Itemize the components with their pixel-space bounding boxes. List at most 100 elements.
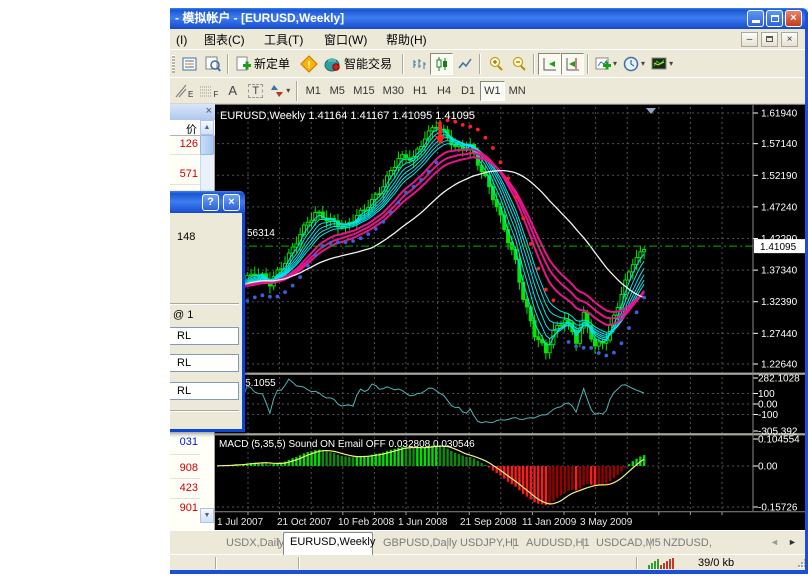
auto-scroll-button[interactable] [538, 53, 561, 75]
child-restore-button[interactable] [761, 32, 778, 47]
chart-header-label: EURUSD,Weekly 1.41164 1.41167 1.41095 1.… [220, 110, 475, 122]
text-tool-icon: A [228, 83, 237, 98]
svg-text:0.00: 0.00 [758, 462, 778, 473]
column-header-partial: 价 [186, 121, 197, 137]
tab-separator [650, 538, 651, 549]
scroll-down-button[interactable]: ▼ [200, 508, 214, 523]
child-minimize-button[interactable]: – [741, 32, 758, 47]
order-dialog[interactable]: ? × 148 @ 1 RL RL RL [170, 191, 245, 432]
timeframe-d1[interactable]: D1 [456, 81, 480, 101]
close-icon: × [790, 12, 796, 24]
scrollbar-thumb[interactable] [200, 135, 214, 155]
svg-text:0.00: 0.00 [758, 400, 778, 411]
periods-icon [623, 56, 639, 72]
chart-note: 56314 [247, 228, 275, 239]
market-watch-caption: × [170, 104, 215, 120]
tab-audusd-h1[interactable]: AUDUSD,H1 [520, 534, 596, 554]
price-scale: 1.619401.571401.521901.472401.422901.373… [754, 109, 808, 514]
label-tool-button[interactable]: T [244, 80, 267, 102]
quote-value: 126 [170, 138, 198, 150]
minimize-button[interactable] [747, 10, 764, 27]
sell-arrow-icon [438, 123, 442, 136]
chart-shift-button[interactable] [561, 53, 584, 75]
text-tool-button[interactable]: A [221, 80, 244, 102]
toolbar-separator [533, 54, 535, 74]
dropdown-arrow-icon: ▾ [613, 59, 617, 68]
tab-usdcad-m5[interactable]: USDCAD,M5 [590, 534, 667, 554]
dialog-close-button[interactable]: × [223, 194, 240, 211]
svg-text:0.104554: 0.104554 [758, 435, 800, 446]
svg-text:1.37340: 1.37340 [761, 266, 798, 277]
tab-usdx-daily[interactable]: USDX,Daily [220, 534, 290, 554]
auto-scroll-icon [542, 56, 558, 72]
timeframe-mn[interactable]: MN [505, 81, 530, 101]
menu-window[interactable]: 窗口(W) [320, 32, 371, 48]
tab-nzdusd[interactable]: NZDUSD, [657, 534, 718, 554]
line-chart-button[interactable] [453, 53, 476, 75]
timeframe-m15[interactable]: M15 [349, 81, 378, 101]
maximize-button[interactable] [766, 10, 783, 27]
row-divider [170, 184, 200, 185]
child-close-button[interactable]: × [781, 32, 798, 47]
dialog-titlebar[interactable]: ? × [170, 191, 245, 213]
dialog-divider [170, 410, 239, 412]
toolbar-grip[interactable] [172, 55, 175, 73]
data-window-button[interactable] [201, 53, 224, 75]
new-order-button[interactable]: 新定单 [232, 53, 297, 75]
price-chart-canvas[interactable]: 56314(14) 75.1055MACD (5,35,5) Sound ON … [215, 105, 808, 531]
subscript-f: F [213, 90, 218, 99]
timeframe-h4[interactable]: H4 [432, 81, 456, 101]
arrows-tool-button[interactable]: ▾ [267, 80, 293, 102]
bar-chart-icon [411, 56, 427, 72]
chart-window[interactable]: 56314(14) 75.1055MACD (5,35,5) Sound ON … [215, 104, 808, 530]
bar-chart-button[interactable] [407, 53, 430, 75]
svg-text:1 Jun 2008: 1 Jun 2008 [398, 517, 448, 528]
dialog-field[interactable]: RL [170, 382, 239, 400]
scroll-up-button[interactable]: ▲ [200, 120, 214, 135]
dialog-field[interactable]: RL [170, 327, 239, 345]
timeframe-m5[interactable]: M5 [325, 81, 349, 101]
connection-status-icon [648, 558, 674, 569]
tab-separator [278, 538, 279, 549]
fibo-expansion-button[interactable]: E [171, 80, 196, 102]
data-window-icon [205, 56, 221, 72]
expert-advisors-button[interactable]: 智能交易 [321, 53, 399, 75]
menu-help[interactable]: 帮助(H) [382, 32, 431, 48]
timeframe-h1[interactable]: H1 [408, 81, 432, 101]
dialog-help-button[interactable]: ? [202, 194, 219, 211]
line-chart-icon [457, 56, 473, 72]
resize-grip[interactable] [798, 565, 800, 567]
svg-text:1 Jul 2007: 1 Jul 2007 [217, 517, 264, 528]
tab-eurusd-weekly[interactable]: EURUSD,Weekly [283, 532, 373, 555]
menu-tools[interactable]: 工具(T) [260, 32, 307, 48]
indicators-button[interactable]: ▾ [592, 53, 620, 75]
resize-grip [801, 565, 803, 567]
dialog-text-price: 148 [177, 231, 195, 243]
panel-close-icon[interactable]: × [206, 105, 212, 117]
timeframe-w1[interactable]: W1 [480, 81, 505, 101]
svg-text:1.47240: 1.47240 [761, 202, 798, 213]
timeframe-m30[interactable]: M30 [379, 81, 408, 101]
window-title: - 模拟帐户 - [EURUSD,Weekly] [175, 11, 344, 25]
market-watch-icon [182, 56, 198, 72]
periods-button[interactable]: ▾ [620, 53, 648, 75]
tab-usdjpy-h1[interactable]: USDJPY,H1 [454, 534, 525, 554]
fibo-retracement-button[interactable]: F [196, 80, 221, 102]
menu-chart[interactable]: 图表(C) [200, 32, 249, 48]
zoom-in-button[interactable] [484, 53, 507, 75]
market-watch-button[interactable] [178, 53, 201, 75]
close-button[interactable]: × [785, 10, 802, 27]
dialog-field[interactable]: RL [170, 354, 239, 372]
tabs-scroll-left-icon[interactable]: ◄ [770, 537, 779, 547]
quote-value: 031 [170, 436, 198, 448]
menu-item-partial[interactable]: (I) [172, 32, 191, 48]
window-titlebar[interactable]: - 模拟帐户 - [EURUSD,Weekly] × [170, 8, 808, 29]
tabs-scroll-right-icon[interactable]: ► [788, 537, 797, 547]
candlestick-chart-button[interactable] [430, 53, 453, 75]
metaeditor-button[interactable]: ! [297, 53, 321, 75]
timeframe-m1[interactable]: M1 [301, 81, 325, 101]
zoom-out-button[interactable] [507, 53, 530, 75]
tab-gbpusd-daily[interactable]: GBPUSD,Daily [377, 534, 463, 554]
templates-button[interactable]: ▾ [648, 53, 676, 75]
macd-pane: MACD (5,35,5) Sound ON Email OFF 0.03280… [217, 439, 644, 505]
